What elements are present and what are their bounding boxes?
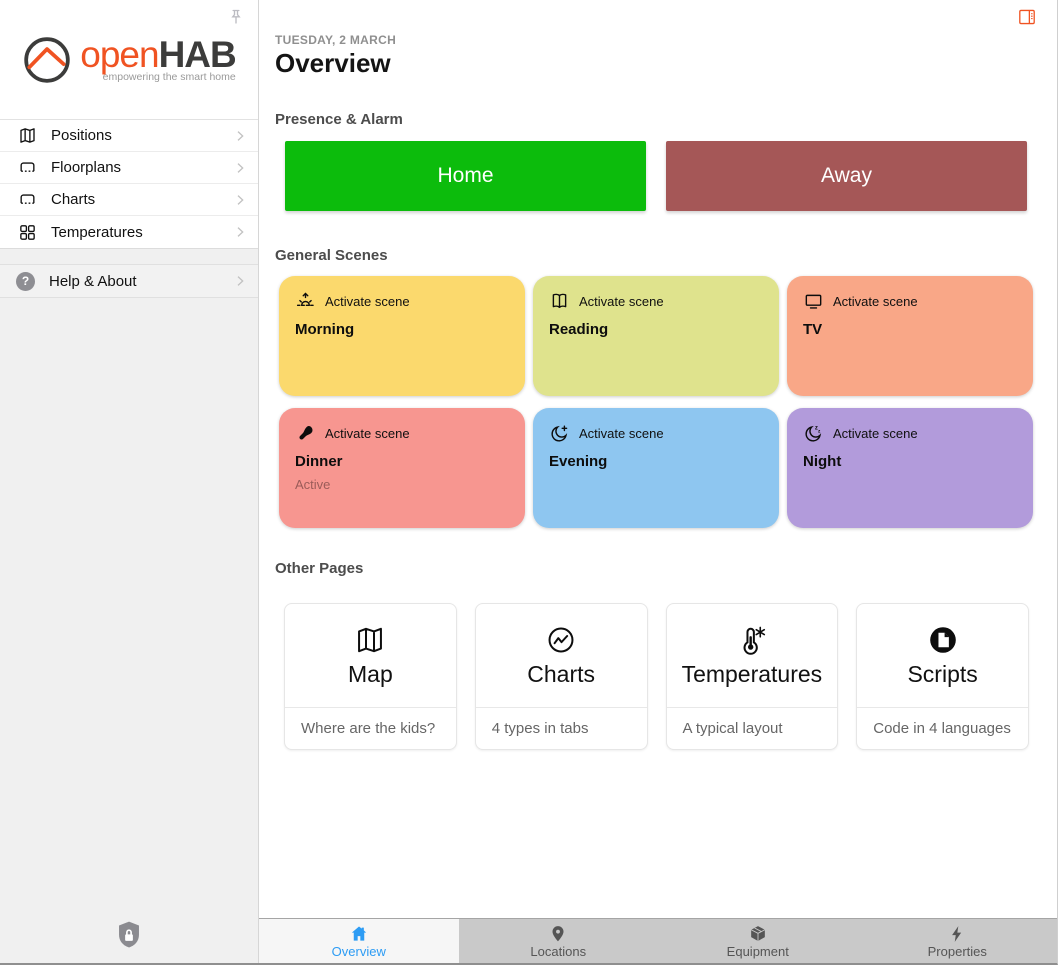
scene-action-label: Activate scene — [579, 294, 664, 309]
page-card-temperatures[interactable]: Temperatures A typical layout — [666, 603, 839, 750]
page-card-subtitle: Where are the kids? — [285, 708, 456, 749]
map-icon — [18, 126, 37, 145]
logo-area: openHAB empowering the smart home — [0, 0, 258, 119]
chevron-right-icon — [232, 224, 248, 240]
home-icon — [349, 924, 369, 944]
logo-tagline: empowering the smart home — [80, 71, 235, 83]
bottom-tab-bar: Overview Locations Equipment Properties — [259, 918, 1057, 963]
moon-stars-icon — [549, 423, 570, 444]
sidebar-item-label: Help & About — [49, 273, 232, 290]
scene-card-dinner[interactable]: Activate scene Dinner Active — [279, 408, 525, 528]
chart-wave-circle-icon — [545, 624, 577, 656]
sidebar-item-temperatures[interactable]: Temperatures — [0, 216, 258, 248]
chevron-right-icon — [232, 192, 248, 208]
moon-zzz-icon: zz — [803, 423, 824, 444]
sidebar-item-label: Floorplans — [51, 159, 232, 176]
sidebar-item-label: Positions — [51, 127, 232, 144]
scenes-grid: Activate scene Morning Activate scene Re… — [279, 276, 1033, 528]
away-button[interactable]: Away — [666, 141, 1027, 211]
page-title: Overview — [275, 48, 1033, 79]
sidebar-item-label: Charts — [51, 191, 232, 208]
section-title-pages: Other Pages — [275, 560, 1033, 577]
scene-title: Dinner — [295, 453, 509, 470]
home-button[interactable]: Home — [285, 141, 646, 211]
page-card-title: Scripts — [907, 661, 977, 688]
scene-card-reading[interactable]: Activate scene Reading — [533, 276, 779, 396]
right-panel-toggle-icon[interactable] — [1017, 8, 1037, 26]
page-card-subtitle: 4 types in tabs — [476, 708, 647, 749]
grid-icon — [18, 223, 37, 242]
chevron-right-icon — [232, 273, 248, 289]
sidebar-item-help-about[interactable]: ? Help & About — [0, 264, 258, 298]
floorplan-icon — [18, 158, 37, 177]
sidebar-nav: Positions Floorplans Charts — [0, 119, 258, 249]
question-icon: ? — [16, 272, 35, 291]
scene-card-night[interactable]: zz Activate scene Night — [787, 408, 1033, 528]
script-file-icon — [927, 624, 959, 656]
tab-label: Overview — [332, 944, 386, 959]
open-book-icon — [549, 291, 570, 312]
chevron-right-icon — [232, 128, 248, 144]
tab-label: Locations — [530, 944, 586, 959]
logo-wordmark: openHAB empowering the smart home — [80, 37, 235, 83]
location-pin-icon — [548, 924, 568, 944]
drumstick-icon — [295, 423, 316, 444]
pages-grid: Map Where are the kids? Charts 4 types i… — [284, 603, 1029, 750]
section-title-scenes: General Scenes — [275, 247, 1033, 264]
scene-action-label: Activate scene — [325, 294, 410, 309]
floorplan-icon — [18, 190, 37, 209]
page-card-charts[interactable]: Charts 4 types in tabs — [475, 603, 648, 750]
page-card-subtitle: Code in 4 languages — [857, 708, 1028, 749]
page-card-map[interactable]: Map Where are the kids? — [284, 603, 457, 750]
page-card-title: Map — [348, 661, 393, 688]
scene-card-morning[interactable]: Activate scene Morning — [279, 276, 525, 396]
scene-action-label: Activate scene — [325, 426, 410, 441]
tab-overview[interactable]: Overview — [259, 919, 459, 963]
page-card-title: Temperatures — [682, 661, 823, 688]
logo-open-text: open — [80, 34, 158, 75]
scene-action-label: Activate scene — [833, 426, 918, 441]
tab-properties[interactable]: Properties — [858, 919, 1058, 963]
bolt-icon — [947, 924, 967, 944]
tab-label: Equipment — [727, 944, 789, 959]
sunrise-icon — [295, 291, 316, 312]
tab-locations[interactable]: Locations — [459, 919, 659, 963]
lock-shield-icon[interactable] — [116, 920, 143, 951]
page-card-subtitle: A typical layout — [667, 708, 838, 749]
scene-action-label: Activate scene — [579, 426, 664, 441]
tab-equipment[interactable]: Equipment — [658, 919, 858, 963]
section-title-presence: Presence & Alarm — [275, 111, 1033, 128]
tab-label: Properties — [928, 944, 987, 959]
page-card-title: Charts — [527, 661, 595, 688]
scene-action-label: Activate scene — [833, 294, 918, 309]
map-icon — [354, 624, 386, 656]
openhab-window: openHAB empowering the smart home Positi… — [0, 0, 1058, 965]
overview-page: TUESDAY, 2 MARCH Overview Presence & Ala… — [259, 0, 1057, 918]
scene-card-evening[interactable]: Activate scene Evening — [533, 408, 779, 528]
thermometer-snowflake-icon — [736, 624, 768, 656]
cube-box-icon — [748, 924, 768, 944]
main-panel: TUESDAY, 2 MARCH Overview Presence & Ala… — [259, 0, 1057, 963]
logo-hab-text: HAB — [159, 34, 236, 75]
tv-icon — [803, 291, 824, 312]
sidebar-item-floorplans[interactable]: Floorplans — [0, 152, 258, 184]
current-date: TUESDAY, 2 MARCH — [275, 33, 1033, 47]
pushpin-icon[interactable] — [226, 7, 246, 29]
scene-title: Night — [803, 453, 1017, 470]
page-card-scripts[interactable]: Scripts Code in 4 languages — [856, 603, 1029, 750]
sidebar-item-label: Temperatures — [51, 224, 232, 241]
presence-buttons: Home Away — [285, 141, 1027, 211]
scene-status: Active — [295, 477, 509, 492]
chevron-right-icon — [232, 160, 248, 176]
openhab-logo-icon — [22, 35, 72, 85]
sidebar-item-positions[interactable]: Positions — [0, 120, 258, 152]
scene-title: Morning — [295, 321, 509, 338]
scene-title: Evening — [549, 453, 763, 470]
sidebar: openHAB empowering the smart home Positi… — [0, 0, 259, 963]
scene-card-tv[interactable]: Activate scene TV — [787, 276, 1033, 396]
scene-title: Reading — [549, 321, 763, 338]
sidebar-item-charts[interactable]: Charts — [0, 184, 258, 216]
scene-title: TV — [803, 321, 1017, 338]
